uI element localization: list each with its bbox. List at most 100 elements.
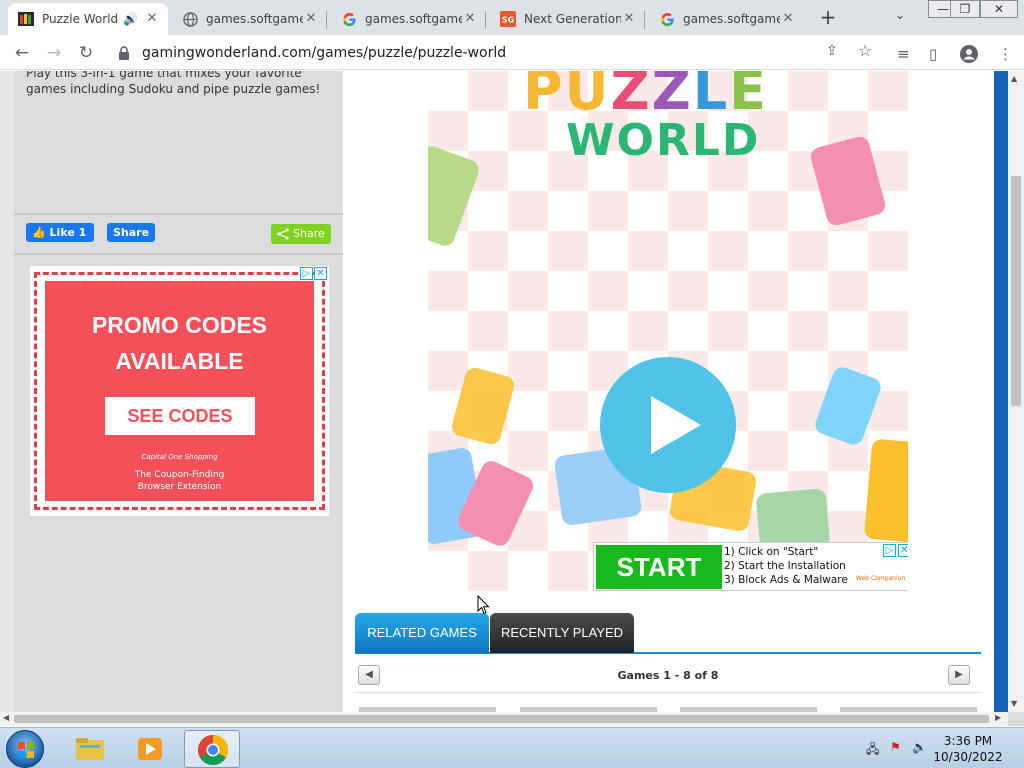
- profile-avatar-icon[interactable]: [960, 45, 978, 67]
- start-button[interactable]: [6, 730, 44, 768]
- side-panel-icon[interactable]: ▯: [929, 45, 937, 63]
- media-player-icon[interactable]: [122, 730, 178, 768]
- games-pager: ◀ Games 1 - 8 of 8 ▶: [355, 659, 981, 693]
- ad-headline: PROMO CODES AVAILABLE: [45, 307, 314, 379]
- ad-steps: 1) Click on "Start" 2) Start the Install…: [724, 545, 848, 587]
- ad-close-icon[interactable]: ✕: [898, 544, 908, 557]
- tab-games-softgames-1[interactable]: games.softgames ✕: [172, 3, 327, 35]
- tab-puzzle-world[interactable]: Puzzle World 🔊 ✕: [8, 3, 168, 35]
- share-label: Share: [293, 227, 325, 240]
- tab-separator: [644, 11, 645, 29]
- tab-title: games.softgames: [683, 12, 780, 26]
- action-center-flag-icon[interactable]: ⚑: [890, 740, 901, 754]
- url-text[interactable]: gamingwonderland.com/games/puzzle/puzzle…: [142, 45, 506, 61]
- divider: [14, 253, 343, 255]
- facebook-share-button[interactable]: Share: [107, 223, 155, 242]
- ad-panel[interactable]: PROMO CODES AVAILABLE SEE CODES Capital …: [45, 281, 314, 501]
- gamingwonderland-icon: [18, 11, 34, 27]
- scroll-left-arrow-icon[interactable]: ◀: [3, 713, 9, 722]
- ad-brand: Capital One Shopping: [141, 453, 218, 461]
- scroll-down-arrow-icon[interactable]: ▼: [1011, 699, 1017, 708]
- game-tabs: RELATED GAMES RECENTLY PLAYED: [355, 613, 981, 654]
- new-tab-button[interactable]: +: [818, 7, 838, 27]
- close-tab-icon[interactable]: ✕: [780, 11, 796, 27]
- tab-recently-played[interactable]: RECENTLY PLAYED: [490, 613, 634, 653]
- game-description: Play this 3-in-1 game that mixes your fa…: [26, 71, 321, 96]
- play-icon[interactable]: [599, 356, 737, 494]
- tab-search-chevron-icon[interactable]: ⌄: [895, 8, 905, 22]
- scrollbar-corner: [1008, 712, 1024, 726]
- file-explorer-icon[interactable]: [62, 730, 118, 768]
- share-page-icon[interactable]: ⇪: [826, 43, 838, 59]
- close-tab-icon[interactable]: ✕: [303, 11, 319, 27]
- softgames-icon: SG: [500, 11, 516, 27]
- back-arrow-icon[interactable]: ←: [12, 43, 32, 63]
- tab-next-generation[interactable]: SG Next Generation I ✕: [490, 3, 645, 35]
- scroll-up-arrow-icon[interactable]: ▲: [1011, 74, 1017, 83]
- logo-letter: P: [523, 71, 565, 122]
- clock-date: 10/30/2022: [933, 750, 1003, 764]
- tab-title: Puzzle World: [42, 12, 119, 26]
- page-border-blue: [994, 71, 1008, 712]
- windows-taskbar: 🖧 ⚑ 🔈 3:36 PM 10/30/2022: [0, 727, 1024, 768]
- close-tab-icon[interactable]: ✕: [144, 11, 160, 27]
- mouse-cursor-icon: [477, 595, 490, 615]
- share-icon: [277, 228, 289, 240]
- ad-choices-icon[interactable]: ▷: [883, 544, 896, 557]
- ad-headline-line1: PROMO CODES: [91, 312, 268, 338]
- scrollbar-thumb[interactable]: [14, 715, 989, 723]
- tab-related-games[interactable]: RELATED GAMES: [355, 613, 489, 653]
- close-tab-icon[interactable]: ✕: [621, 11, 637, 27]
- share-button[interactable]: Share: [271, 224, 331, 244]
- vertical-scrollbar[interactable]: ▲ ▼: [1008, 71, 1024, 712]
- see-codes-button[interactable]: SEE CODES: [105, 397, 255, 435]
- scrollbar-thumb[interactable]: [1011, 176, 1021, 406]
- media-controls-icon[interactable]: ≡: [897, 45, 910, 63]
- close-window-button[interactable]: ✕: [980, 0, 1018, 18]
- ad-step: 2) Start the Installation: [724, 560, 846, 572]
- game-frame[interactable]: PUZZLE WORLD START 1) Click on "Start" 2…: [428, 71, 908, 591]
- promo-codes-ad[interactable]: PROMO CODES AVAILABLE SEE CODES Capital …: [30, 266, 329, 516]
- audio-playing-icon[interactable]: 🔊: [123, 12, 138, 26]
- ad-tagline-line2: Browser Extension: [137, 482, 222, 492]
- next-page-button[interactable]: ▶: [948, 665, 970, 685]
- clock-time: 3:36 PM: [943, 734, 993, 748]
- puzzle-piece-graphic: [863, 438, 908, 544]
- system-clock[interactable]: 3:36 PM 10/30/2022: [928, 733, 1008, 765]
- browser-toolbar: ← → ↻ gamingwonderland.com/games/puzzle/…: [0, 35, 1024, 70]
- game-main: PUZZLE WORLD START 1) Click on "Start" 2…: [343, 71, 994, 712]
- ad-choices-icon[interactable]: ▷: [300, 267, 313, 280]
- horizontal-scrollbar[interactable]: ◀ ▶: [0, 712, 1008, 726]
- kebab-menu-icon[interactable]: ⋮: [998, 45, 1013, 63]
- web-companion-ad[interactable]: START 1) Click on "Start" 2) Start the I…: [593, 542, 908, 591]
- divider: [14, 213, 343, 215]
- start-button[interactable]: START: [596, 545, 722, 589]
- chrome-taskbar-icon[interactable]: [184, 730, 240, 768]
- softgames-icon-text: SG: [502, 16, 514, 25]
- close-tab-icon[interactable]: ✕: [462, 11, 478, 27]
- page-viewport: Play this 3-in-1 game that mixes your fa…: [0, 71, 1008, 712]
- ad-tagline: The Coupon-Finding Browser Extension: [45, 469, 314, 493]
- network-icon[interactable]: 🖧: [866, 740, 879, 761]
- ad-step: 3) Block Ads & Malware: [724, 574, 848, 586]
- lock-icon[interactable]: [118, 45, 132, 61]
- fb-like-label: Like 1: [49, 226, 87, 239]
- ad-tagline-line1: The Coupon-Finding: [134, 470, 225, 480]
- ad-step: 1) Click on "Start": [724, 546, 819, 558]
- tab-title: Next Generation I: [524, 12, 621, 26]
- facebook-like-button[interactable]: 👍 Like 1: [26, 223, 94, 242]
- volume-icon[interactable]: 🔈: [912, 740, 927, 754]
- tab-title: games.softgames: [365, 12, 462, 26]
- game-sidebar: Play this 3-in-1 game that mixes your fa…: [14, 71, 343, 712]
- scroll-right-arrow-icon[interactable]: ▶: [995, 713, 1001, 722]
- ad-close-icon[interactable]: ✕: [314, 267, 327, 280]
- restore-button[interactable]: ❐: [950, 0, 980, 18]
- address-bar[interactable]: gamingwonderland.com/games/puzzle/puzzle…: [108, 39, 888, 67]
- tab-games-softgames-2[interactable]: games.softgames ✕: [331, 3, 486, 35]
- bookmark-star-icon[interactable]: ☆: [858, 41, 872, 60]
- reload-icon[interactable]: ↻: [76, 43, 96, 63]
- tab-games-softgames-3[interactable]: games.softgames ✕: [649, 3, 804, 35]
- ad-headline-line2: AVAILABLE: [115, 348, 244, 374]
- globe-icon: [182, 11, 198, 27]
- forward-arrow-icon[interactable]: →: [44, 43, 64, 63]
